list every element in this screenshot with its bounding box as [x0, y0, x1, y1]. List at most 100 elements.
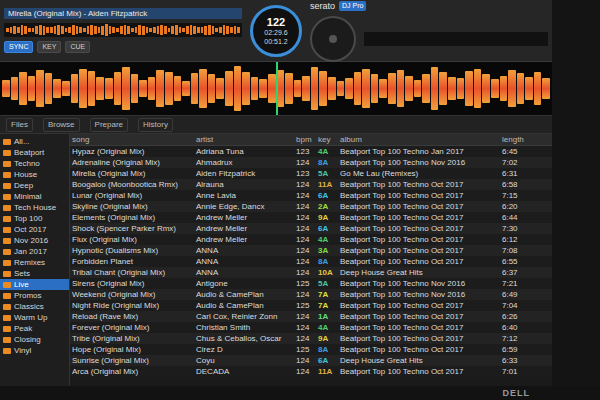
table-row[interactable]: Tribe (Original Mix)Chus & Ceballos, Osc… [70, 333, 552, 344]
sidebar-item[interactable]: Live [0, 279, 69, 290]
sidebar-item[interactable]: Nov 2016 [0, 235, 69, 246]
table-cell: 6:40 [500, 322, 552, 333]
column-header[interactable]: length [500, 134, 552, 145]
toolbar-tab[interactable]: Files [6, 118, 33, 132]
crate-icon [3, 205, 11, 211]
deck-button[interactable]: SYNC [4, 41, 33, 53]
table-row[interactable]: Skyline (Original Mix)Annie Edge, Dancx1… [70, 201, 552, 212]
deck-button[interactable]: CUE [65, 41, 90, 53]
sidebar-item[interactable]: Sets [0, 268, 69, 279]
table-cell: 124 [294, 212, 316, 223]
table-row[interactable]: Forever (Original Mix)Christian Smith124… [70, 322, 552, 333]
key-cell: 9A [316, 333, 338, 344]
table-row[interactable]: Weekend (Original Mix)Audio & CamePlan12… [70, 289, 552, 300]
sidebar-item[interactable]: House [0, 169, 69, 180]
table-row[interactable]: Flux (Original Mix)Andrew Meller1244ABea… [70, 234, 552, 245]
toolbar-tab[interactable]: History [138, 118, 173, 132]
table-header: songartistbpmkeyalbumlength [70, 134, 552, 146]
sidebar-item[interactable]: Top 100 [0, 213, 69, 224]
sidebar-item[interactable]: Classics [0, 301, 69, 312]
waveform[interactable] [0, 62, 552, 116]
toolbar-tab[interactable]: Browse [43, 118, 80, 132]
table-cell: Beatport Top 100 Techno Oct 2017 [338, 201, 500, 212]
crate-icon [3, 337, 11, 343]
sidebar-item[interactable]: Deep [0, 180, 69, 191]
waveform-bar [45, 73, 53, 104]
sidebar-item[interactable]: Closing [0, 334, 69, 345]
waveform-bar [19, 72, 27, 105]
table-row[interactable]: Hope (Original Mix)Cirez D1258ABeatport … [70, 344, 552, 355]
table-cell: Beatport Top 100 Techno Oct 2017 [338, 300, 500, 311]
table-row[interactable]: Reload (Rave Mix)Carl Cox, Reinier Zonn1… [70, 311, 552, 322]
table-cell: 125 [294, 344, 316, 355]
overview-bar [112, 27, 115, 33]
table-row[interactable]: Tribal Chant (Original Mix)ANNA12410ADee… [70, 267, 552, 278]
sidebar-item[interactable]: Vinyl [0, 345, 69, 356]
crate-icon [3, 326, 11, 332]
table-row[interactable]: Hypnotic (Dualisms Mix)ANNA1243ABeatport… [70, 245, 552, 256]
table-cell: 6:33 [500, 355, 552, 366]
waveform-bar [53, 79, 61, 98]
crate-icon [3, 260, 11, 266]
sidebar-item[interactable]: Tech House [0, 202, 69, 213]
waveform-bar [114, 72, 122, 105]
column-header[interactable]: song [70, 134, 194, 145]
sidebar-item[interactable]: Jan 2017 [0, 246, 69, 257]
table-row[interactable]: Lunar (Original Mix)Anne Lavia1246ABeatp… [70, 190, 552, 201]
waveform-bar [362, 69, 370, 109]
table-row[interactable]: Adrenaline (Original Mix)Ahmadrux1248ABe… [70, 157, 552, 168]
sidebar-label: Techno [14, 158, 40, 169]
toolbar-tab[interactable]: Prepare [90, 118, 128, 132]
table-row[interactable]: Boogaloo (Moonbootica Rmx)Alrauna12411AB… [70, 179, 552, 190]
sidebar-label: Nov 2016 [14, 235, 48, 246]
sidebar-item[interactable]: Minimal [0, 191, 69, 202]
waveform-bar [268, 74, 276, 102]
time-remaining: 00:51.2 [264, 37, 287, 46]
overview-bar [65, 28, 68, 32]
deck-button[interactable]: KEY [37, 41, 61, 53]
table-cell: 125 [294, 300, 316, 311]
table-cell: Beatport Top 100 Techno Oct 2017 [338, 212, 500, 223]
table-row[interactable]: Night Ride (Original Mix)Audio & CamePla… [70, 300, 552, 311]
sidebar-item[interactable]: Promos [0, 290, 69, 301]
column-header[interactable]: key [316, 134, 338, 145]
table-cell: Cirez D [194, 344, 294, 355]
overview-bar [54, 26, 57, 34]
table-row[interactable]: Arca (Original Mix)DECADA12411ABeatport … [70, 366, 552, 377]
table-cell: 125 [294, 278, 316, 289]
sidebar-item[interactable]: Beatport [0, 147, 69, 158]
library: All...BeatportTechnoHouseDeepMinimalTech… [0, 134, 552, 386]
table-cell: 123 [294, 168, 316, 179]
sidebar-item[interactable]: All... [0, 136, 69, 147]
column-header[interactable]: bpm [294, 134, 316, 145]
waveform-bar [525, 77, 533, 101]
table-row[interactable]: Shock (Spencer Parker Rmx)Andrew Meller1… [70, 223, 552, 234]
table-row[interactable]: Sunrise (Original Mix)Coyu1246ADeep Hous… [70, 355, 552, 366]
sidebar-item[interactable]: Warm Up [0, 312, 69, 323]
app-logo: seratoDJ Pro [310, 0, 548, 12]
table-row[interactable]: Forbidden PlanetANNA1248ABeatport Top 10… [70, 256, 552, 267]
overview-bar [101, 26, 104, 35]
empty-platter[interactable] [310, 16, 356, 62]
crate-icon [3, 304, 11, 310]
table-cell: Forbidden Planet [70, 256, 194, 267]
table-row[interactable]: Sirens (Original Mix)Antigone1255ABeatpo… [70, 278, 552, 289]
column-header[interactable]: artist [194, 134, 294, 145]
waveform-bar [156, 70, 164, 108]
crate-icon [3, 150, 11, 156]
table-row[interactable]: Mirella (Original Mix)Aiden Fitzpatrick1… [70, 168, 552, 179]
table-row[interactable]: Hypaz (Original Mix)Adriana Tuna1234ABea… [70, 146, 552, 157]
waveform-bar [388, 73, 396, 104]
table-cell: 6:44 [500, 212, 552, 223]
table-row[interactable]: Elements (Original Mix)Andrew Meller1249… [70, 212, 552, 223]
table-body: Hypaz (Original Mix)Adriana Tuna1234ABea… [70, 146, 552, 377]
deck-platter[interactable]: 12202:29.600:51.2 [250, 5, 302, 57]
sidebar-item[interactable]: Remixes [0, 257, 69, 268]
column-header[interactable]: album [338, 134, 500, 145]
sidebar-item[interactable]: Techno [0, 158, 69, 169]
crate-icon [3, 194, 11, 200]
track-overview[interactable] [4, 23, 242, 37]
table-cell: Andrew Meller [194, 223, 294, 234]
sidebar-item[interactable]: Peak [0, 323, 69, 334]
sidebar-item[interactable]: Oct 2017 [0, 224, 69, 235]
